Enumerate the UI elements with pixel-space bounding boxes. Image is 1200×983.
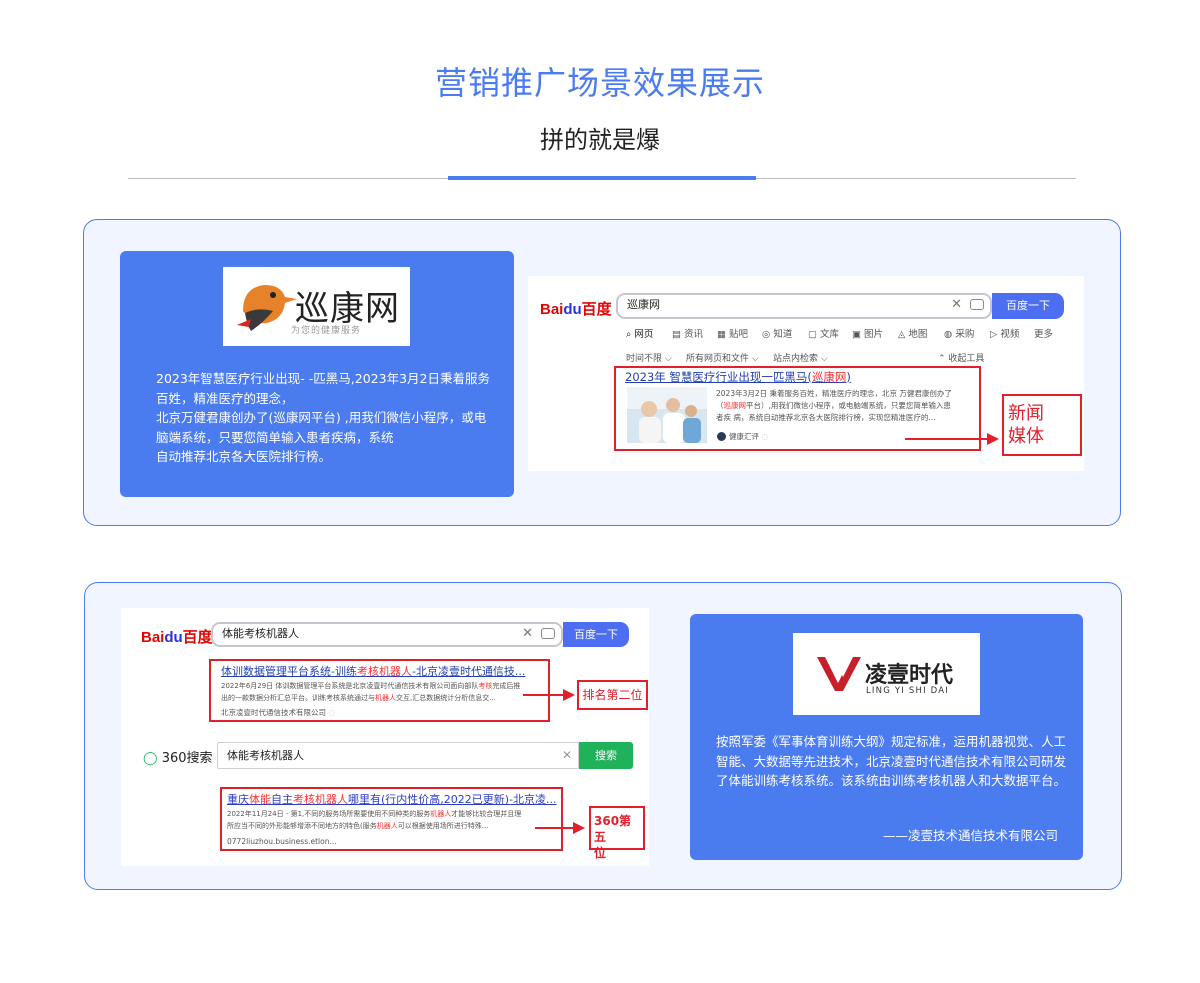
result-source[interactable]: 健康汇评 ◌ [729, 431, 768, 443]
arrow-line [523, 694, 565, 696]
so360-logo: ◯ 360搜索 [143, 751, 213, 766]
search-query: 体能考核机器人 [227, 749, 304, 762]
description-line: 2023年智慧医疗行业出现- -匹黑马,2023年3月2日秉着服务 [156, 371, 490, 386]
arrow-icon [573, 822, 585, 834]
rank-label-360: 360第五 位 [589, 806, 645, 860]
camera-icon[interactable] [970, 299, 984, 310]
so360-result-source[interactable]: 0772liuzhou.business.etlon... [227, 836, 337, 848]
case1-card: 巡康网 为您的健康服务 2023年智慧医疗行业出现- -匹黑马,2023年3月2… [120, 251, 514, 497]
baidu-logo-du: du [164, 629, 183, 646]
search-button[interactable]: 百度一下 [992, 293, 1064, 319]
rank-label-line: 360第五 [594, 814, 632, 844]
page-title: 营销推广场景效果展示 [434, 64, 765, 102]
lingyi-logo-text: 凌壹时代 [865, 663, 954, 688]
arrow-line [535, 827, 575, 829]
rank-label-line: 位 [594, 846, 607, 860]
baidu-screenshot: Baidu百度 巡康网 ✕ 百度一下 ⌕ 网页 ▤ 资讯 ▦ 贴吧 ◎ 知道 ▢… [528, 276, 1084, 471]
tab-wenku[interactable]: ▢ 文库 [808, 326, 839, 340]
xunkang-logo-slogan: 为您的健康服务 [291, 326, 362, 336]
search-input[interactable]: 巡康网 ✕ [616, 293, 992, 319]
baidu-search-input[interactable]: 体能考核机器人 ✕ [211, 622, 563, 647]
rank-label: 新闻 媒体 [1002, 394, 1082, 456]
result-snippet: 2023年3月2日 秉着服务百姓，精准医疗的理念，北京 万健君康创办了 （巡康网… [716, 389, 952, 422]
result-title-link[interactable]: 2023年 智慧医疗行业出现一匹黑马(巡康网) [625, 369, 851, 385]
baidu-logo-cn: 百度 [182, 629, 213, 646]
description-line: 脑端系统，只要您简单输入患者疾病，系统 [156, 429, 394, 445]
tab-images[interactable]: ▣ 图片 [852, 326, 883, 340]
baidu-result-snippet: 2022年6月29日 体训数据管理平台系统是北京凌壹时代通信技术有限公司面向部队… [221, 682, 521, 702]
rank-label-line: 媒体 [1008, 426, 1044, 447]
arrow-line [905, 438, 989, 440]
case2-description: 按照军委《军事体育训练大纲》规定标准，运用机器视觉、人工 智能、大数据等先进技术… [716, 732, 1066, 791]
baidu-result-source[interactable]: 北京凌壹时代通信技术有限公司 ◌ [221, 707, 335, 719]
baidu-logo: Baidu百度 [141, 626, 213, 647]
description-line: 了体能训练考核系统。该系统由训练考核机器人和大数据平台。 [716, 773, 1067, 788]
baidu-logo-du: du [563, 301, 582, 318]
case2-card: 凌壹时代 LING YI SHI DAI 按照军委《军事体育训练大纲》规定标准，… [690, 614, 1083, 860]
arrow-icon [563, 689, 575, 701]
tab-web[interactable]: ⌕ 网页 [626, 326, 653, 340]
description-line: 北京万健君康创办了(巡康网平台) ,用我们微信小程序，或电 [156, 410, 487, 425]
baidu-logo: Baidu百度 [540, 298, 612, 319]
case1-description: 2023年智慧医疗行业出现- -匹黑马,2023年3月2日秉着服务 百姓，精准医… [156, 369, 496, 467]
result-thumbnail [627, 387, 707, 443]
so360-search-button[interactable]: 搜索 [579, 742, 633, 769]
filter-filetype[interactable]: 所有网页和文件 ⌵ [686, 351, 759, 364]
clear-icon[interactable]: ✕ [522, 624, 533, 644]
so360-result-title-link[interactable]: 重庆体能自主考核机器人哪里有(行内性价高,2022已更新)-北京凌... [227, 791, 557, 807]
bird-logo-icon [237, 285, 297, 331]
lingyi-logo: 凌壹时代 LING YI SHI DAI [793, 633, 980, 715]
so360-result-snippet: 2022年11月24日 - 第1,不同的服务场所需要使用不同种类的服务机器人才能… [227, 810, 522, 830]
tab-tieba[interactable]: ▦ 贴吧 [717, 326, 748, 340]
rank-label-baidu: 排名第二位 [577, 680, 648, 710]
source-avatar-icon [717, 432, 726, 441]
lingyi-v-logo-icon [817, 657, 861, 691]
xunkang-logo: 巡康网 为您的健康服务 [223, 267, 410, 346]
search-query: 巡康网 [627, 298, 660, 311]
filter-time[interactable]: 时间不限 ⌵ [626, 351, 672, 364]
clear-icon[interactable]: ✕ [562, 743, 572, 768]
tab-more[interactable]: 更多 [1034, 326, 1053, 340]
tab-purchase[interactable]: ◍ 采购 [944, 326, 974, 340]
baidu-logo-cn: 百度 [581, 301, 612, 318]
so360-search-input[interactable]: 体能考核机器人 ✕ [217, 742, 579, 769]
tab-video[interactable]: ▷ 视频 [990, 326, 1019, 340]
baidu-logo-bai: Bai [141, 629, 165, 646]
description-line: 自动推荐北京各大医院排行榜。 [156, 449, 332, 464]
description-line: 按照军委《军事体育训练大纲》规定标准，运用机器视觉、人工 [716, 734, 1067, 749]
case2-signature: ——凌壹技术通信技术有限公司 [882, 828, 1058, 843]
lingyi-logo-sub: LING YI SHI DAI [866, 686, 950, 696]
baidu-search-button[interactable]: 百度一下 [563, 622, 629, 647]
arrow-icon [987, 433, 999, 445]
filter-site[interactable]: 站点内检索 ⌵ [773, 351, 828, 364]
tab-map[interactable]: ◬ 地图 [898, 326, 927, 340]
collapse-tools[interactable]: ⌃ 收起工具 [938, 351, 984, 364]
baidu-result-title-link[interactable]: 体训数据管理平台系统-训练考核机器人-北京凌壹时代通信技... [221, 663, 525, 679]
description-line: 智能、大数据等先进技术，北京凌壹时代通信技术有限公司研发 [716, 753, 1067, 769]
divider-accent [448, 176, 756, 180]
case-panel-2: Baidu百度 体能考核机器人 ✕ 百度一下 体训数据管理平台系统-训练考核机器… [84, 582, 1122, 890]
description-line: 百姓，精准医疗的理念， [156, 390, 294, 406]
camera-icon[interactable] [541, 628, 555, 639]
rank-label-line: 新闻 [1008, 403, 1044, 424]
page-subtitle: 拼的就是爆 [540, 126, 660, 154]
search-query: 体能考核机器人 [222, 627, 299, 640]
case-panel-1: 巡康网 为您的健康服务 2023年智慧医疗行业出现- -匹黑马,2023年3月2… [83, 219, 1121, 526]
tab-zhidao[interactable]: ◎ 知道 [762, 326, 792, 340]
clear-icon[interactable]: ✕ [951, 295, 962, 315]
tab-news[interactable]: ▤ 资讯 [672, 326, 703, 340]
search-screenshot: Baidu百度 体能考核机器人 ✕ 百度一下 体训数据管理平台系统-训练考核机器… [121, 608, 649, 866]
baidu-logo-bai: Bai [540, 301, 564, 318]
